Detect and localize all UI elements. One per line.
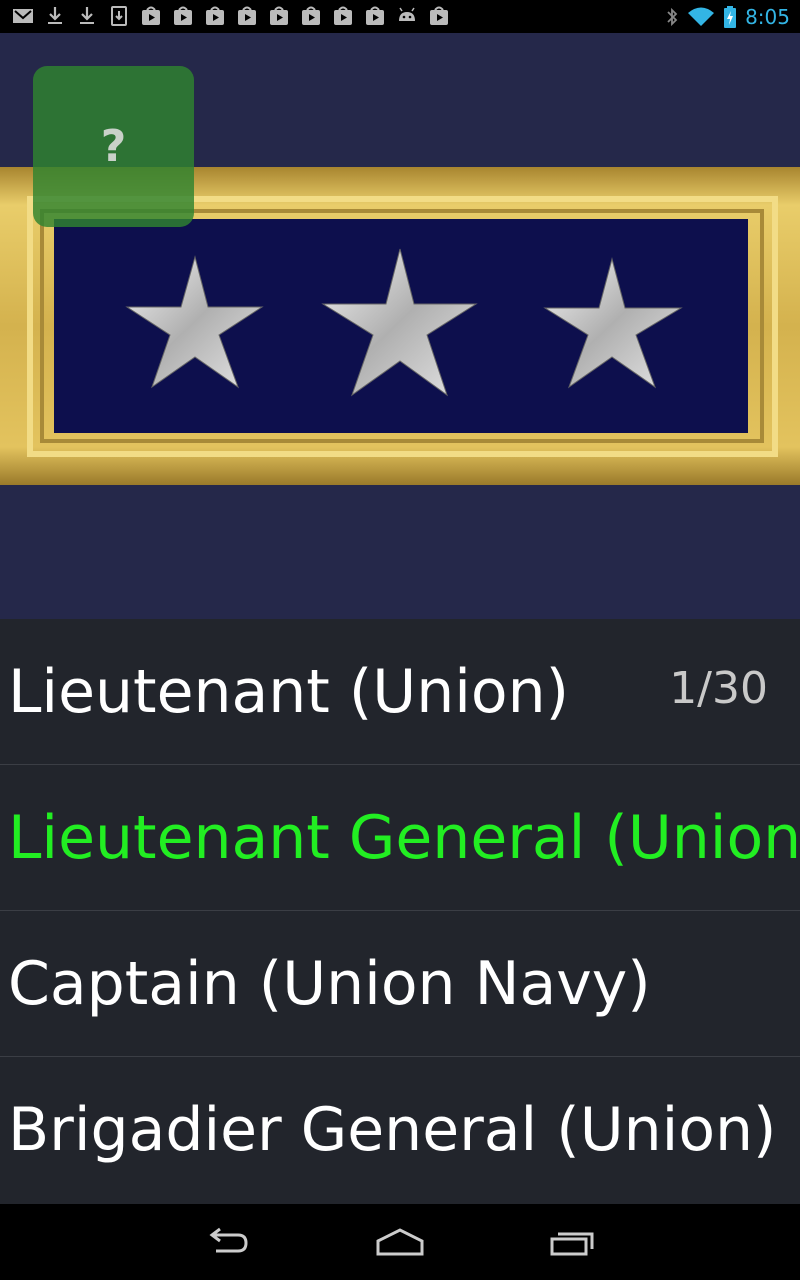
gmail-icon bbox=[13, 9, 33, 23]
play-store-icon bbox=[174, 6, 192, 25]
play-store-icon bbox=[270, 6, 288, 25]
download-icon bbox=[80, 7, 94, 24]
answer-label: Lieutenant (Union) bbox=[8, 656, 570, 727]
play-store-icon bbox=[366, 6, 384, 25]
answer-option-correct[interactable]: Lieutenant General (Union) bbox=[0, 765, 800, 911]
answer-list: Lieutenant (Union) 1/30 Lieutenant Gener… bbox=[0, 619, 800, 1204]
back-icon bbox=[209, 1227, 248, 1253]
progress-counter: 1/30 bbox=[669, 663, 768, 714]
navigation-bar bbox=[0, 1204, 800, 1280]
answer-label: Brigadier General (Union) bbox=[8, 1094, 777, 1165]
answer-option[interactable]: Brigadier General (Union) bbox=[0, 1057, 800, 1202]
answer-label: Lieutenant General (Union) bbox=[8, 802, 800, 873]
play-store-icon bbox=[302, 6, 320, 25]
android-icon bbox=[399, 7, 415, 21]
status-bar: 8:05 bbox=[0, 0, 800, 33]
answer-option[interactable]: Captain (Union Navy) bbox=[0, 911, 800, 1057]
download-icon bbox=[48, 7, 62, 24]
wifi-icon bbox=[688, 7, 715, 26]
download-icon bbox=[111, 6, 127, 26]
play-store-icon bbox=[238, 6, 256, 25]
hint-label: ? bbox=[100, 121, 127, 172]
answer-option[interactable]: Lieutenant (Union) 1/30 bbox=[0, 619, 800, 765]
home-button[interactable] bbox=[370, 1220, 430, 1264]
bluetooth-icon bbox=[667, 7, 678, 27]
play-store-icon bbox=[206, 6, 224, 25]
back-button[interactable] bbox=[198, 1220, 258, 1264]
hint-button[interactable]: ? bbox=[33, 66, 194, 227]
home-icon bbox=[376, 1228, 424, 1256]
recent-apps-button[interactable] bbox=[542, 1220, 602, 1264]
battery-charging-icon bbox=[724, 6, 737, 28]
system-icons: 8:05 bbox=[665, 4, 790, 30]
notification-icons bbox=[12, 5, 450, 27]
recent-apps-icon bbox=[550, 1232, 594, 1256]
question-image-area: ? bbox=[0, 33, 800, 619]
play-store-icon bbox=[334, 6, 352, 25]
answer-label: Captain (Union Navy) bbox=[8, 948, 651, 1019]
play-store-icon bbox=[142, 6, 160, 25]
clock: 8:05 bbox=[745, 5, 790, 29]
play-store-icon bbox=[430, 6, 448, 25]
